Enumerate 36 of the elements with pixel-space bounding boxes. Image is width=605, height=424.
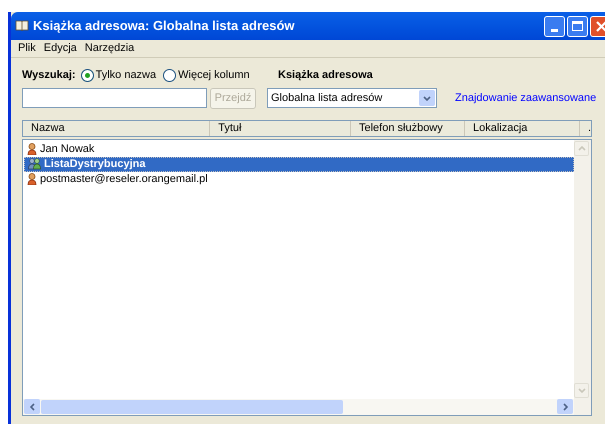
search-field[interactable] (22, 88, 207, 108)
menu-item[interactable]: Narzędzia (80, 40, 138, 57)
column-header[interactable]: Nazwa (23, 120, 210, 136)
horizontal-scrollbar[interactable] (23, 398, 574, 414)
column-header[interactable]: . (578, 120, 591, 136)
chevron-up-icon (578, 146, 586, 150)
column-header[interactable]: Tytuł (209, 120, 350, 136)
window-title: Książka adresowa: Globalna lista adresów (33, 17, 296, 36)
person-icon (27, 143, 37, 155)
list-row[interactable]: Jan Nowak (24, 142, 574, 156)
person-icon (27, 173, 37, 185)
minimize-button[interactable] (544, 16, 565, 36)
chevron-down-icon (423, 96, 431, 100)
close-icon (596, 20, 605, 32)
radio-label[interactable]: Tylko nazwa (96, 67, 156, 84)
maximize-button[interactable] (567, 16, 588, 36)
radio-label[interactable]: Więcej kolumn (178, 67, 250, 84)
chevron-down-icon (578, 388, 586, 392)
chevron-right-icon (562, 402, 568, 410)
menu-item[interactable]: Edycja (40, 40, 81, 57)
column-header[interactable]: Lokalizacja (464, 120, 579, 136)
advanced-search-link[interactable]: Znajdowanie zaawansowane (455, 90, 596, 106)
close-button[interactable] (590, 16, 605, 36)
list-row[interactable]: ListaDystrybucyjna (24, 156, 574, 172)
chevron-left-icon (30, 402, 34, 410)
book-icon (15, 20, 29, 32)
radio-button[interactable] (163, 68, 176, 82)
group-icon (28, 158, 41, 170)
menu-item[interactable]: Plik (14, 40, 40, 57)
radio-button[interactable] (80, 68, 94, 82)
search-label: Wyszukaj: (22, 68, 76, 83)
column-header[interactable]: Telefon służbowy (350, 120, 464, 136)
vertical-scrollbar[interactable] (574, 140, 591, 414)
address-book-label: Książka adresowa (278, 68, 373, 83)
list-row[interactable]: postmaster@reseler.orangemail.pl (24, 172, 574, 186)
address-book-dropdown[interactable]: Globalna lista adresów (267, 88, 437, 108)
